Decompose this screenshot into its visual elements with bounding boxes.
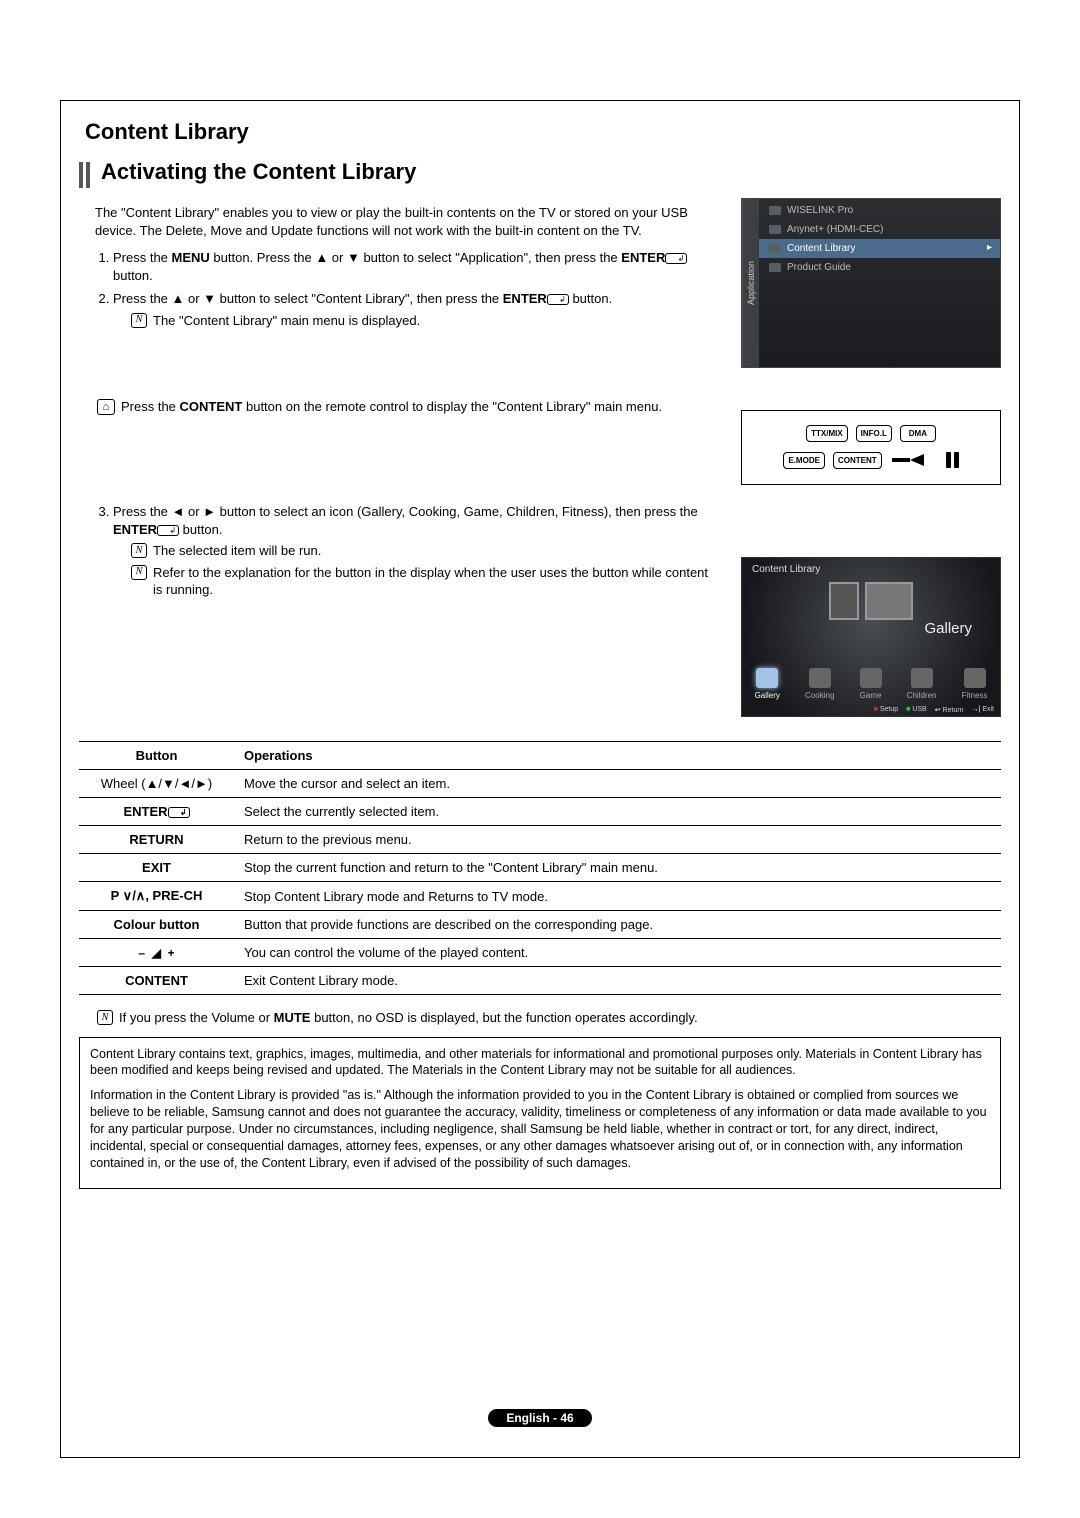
note-icon: N xyxy=(131,313,147,328)
section-title: Content Library xyxy=(79,119,1001,145)
enter-icon: ↲ xyxy=(168,807,190,818)
table-row: EXITStop the current function and return… xyxy=(79,854,1001,882)
osd-item-wiselink: WISELINK Pro xyxy=(759,201,1000,220)
step-2: Press the ▲ or ▼ button to select "Conte… xyxy=(113,290,721,329)
note-icon: N xyxy=(131,543,147,558)
step-1: Press the MENU button. Press the ▲ or ▼ … xyxy=(113,249,721,284)
disclaimer-p2: Information in the Content Library is pr… xyxy=(90,1087,990,1171)
side-bars-icon xyxy=(79,159,93,188)
step-3-note-2: N Refer to the explanation for the butto… xyxy=(131,564,721,599)
remote-icon: ⌂ xyxy=(97,399,115,415)
bottom-note: N If you press the Volume or MUTE button… xyxy=(97,1009,1001,1027)
osd-item-anynet: Anynet+ (HDMI-CEC) xyxy=(759,220,1000,239)
table-row: P ∨/∧, PRE-CHStop Content Library mode a… xyxy=(79,882,1001,911)
button-cell: Wheel (▲/▼/◄/►) xyxy=(79,770,234,798)
gallery-icon-gallery: Gallery xyxy=(755,668,780,700)
gallery-icon-row: Gallery Cooking Game Children Fitness xyxy=(742,668,1000,700)
gallery-title: Content Library xyxy=(752,564,820,575)
note-icon: N xyxy=(97,1010,113,1025)
steps-list: Press the MENU button. Press the ▲ or ▼ … xyxy=(113,249,721,329)
osd-application-menu: Application WISELINK Pro Anynet+ (HDMI-C… xyxy=(741,198,1001,368)
enter-icon: ↲ xyxy=(157,525,179,536)
table-row: – ◢ +You can control the volume of the p… xyxy=(79,939,1001,967)
rc-btn-content: CONTENT xyxy=(833,452,882,469)
step-2-note: N The "Content Library" main menu is dis… xyxy=(131,312,721,330)
gallery-center-thumbs xyxy=(829,582,913,620)
intro-text: The "Content Library" enables you to vie… xyxy=(95,204,721,239)
operation-cell: You can control the volume of the played… xyxy=(234,939,1001,967)
button-cell: EXIT xyxy=(79,854,234,882)
operation-cell: Stop Content Library mode and Returns to… xyxy=(234,882,1001,911)
arrow-icon xyxy=(890,450,938,470)
pause-bars-icon xyxy=(946,452,959,468)
rc-btn-info: INFO.L xyxy=(856,425,892,442)
th-button: Button xyxy=(79,742,234,770)
operation-cell: Exit Content Library mode. xyxy=(234,967,1001,995)
osd-tab-label: Application xyxy=(742,199,759,367)
subsection-header: Activating the Content Library xyxy=(79,159,1001,188)
table-row: CONTENTExit Content Library mode. xyxy=(79,967,1001,995)
note-icon: N xyxy=(131,565,147,580)
disclaimer-box: Content Library contains text, graphics,… xyxy=(79,1037,1001,1189)
step-3: Press the ◄ or ► button to select an ico… xyxy=(113,503,721,599)
rc-btn-ttxmix: TTX/MIX xyxy=(806,425,848,442)
page-border: Content Library Activating the Content L… xyxy=(60,100,1020,1458)
button-cell: P ∨/∧, PRE-CH xyxy=(79,882,234,911)
th-operations: Operations xyxy=(234,742,1001,770)
gallery-icon-fitness: Fitness xyxy=(962,668,988,700)
operations-table: Button Operations Wheel (▲/▼/◄/►)Move th… xyxy=(79,741,1001,995)
rc-btn-emode: E.MODE xyxy=(783,452,825,469)
footer-pill: English - 46 xyxy=(488,1409,591,1427)
table-row: ENTER↲Select the currently selected item… xyxy=(79,798,1001,826)
subsection-title: Activating the Content Library xyxy=(101,159,416,188)
button-cell: ENTER↲ xyxy=(79,798,234,826)
table-row: Wheel (▲/▼/◄/►)Move the cursor and selec… xyxy=(79,770,1001,798)
operation-cell: Move the cursor and select an item. xyxy=(234,770,1001,798)
operation-cell: Button that provide functions are descri… xyxy=(234,911,1001,939)
button-cell: – ◢ + xyxy=(79,939,234,967)
operation-cell: Select the currently selected item. xyxy=(234,798,1001,826)
enter-icon: ↲ xyxy=(547,294,569,305)
table-row: RETURNReturn to the previous menu. xyxy=(79,826,1001,854)
gallery-preview: Content Library Gallery Gallery Cooking … xyxy=(741,557,1001,717)
table-row: Colour buttonButton that provide functio… xyxy=(79,911,1001,939)
enter-icon: ↲ xyxy=(665,253,687,264)
top-block: The "Content Library" enables you to vie… xyxy=(79,198,1001,368)
step3-block: Press the ◄ or ► button to select an ico… xyxy=(79,503,1001,717)
operation-cell: Stop the current function and return to … xyxy=(234,854,1001,882)
rc-btn-dma: DMA xyxy=(900,425,936,442)
remote-block: ⌂ Press the CONTENT button on the remote… xyxy=(79,394,1001,485)
step-3-note-1: N The selected item will be run. xyxy=(131,542,721,560)
remote-note: ⌂ Press the CONTENT button on the remote… xyxy=(97,398,721,416)
gallery-icon-children: Children xyxy=(907,668,937,700)
gallery-selected-label: Gallery xyxy=(924,620,972,637)
osd-item-content-library: Content Library xyxy=(759,239,1000,258)
gallery-icon-game: Game xyxy=(860,668,882,700)
page-footer: English - 46 xyxy=(79,1409,1001,1427)
remote-buttons-diagram: TTX/MIX INFO.L DMA E.MODE CONTENT xyxy=(741,410,1001,485)
button-cell: Colour button xyxy=(79,911,234,939)
gallery-footer: Setup USB Return Exit xyxy=(874,706,994,714)
operation-cell: Return to the previous menu. xyxy=(234,826,1001,854)
steps-list-3: Press the ◄ or ► button to select an ico… xyxy=(113,503,721,599)
button-cell: CONTENT xyxy=(79,967,234,995)
gallery-icon-cooking: Cooking xyxy=(805,668,834,700)
disclaimer-p1: Content Library contains text, graphics,… xyxy=(90,1046,990,1080)
osd-list: WISELINK Pro Anynet+ (HDMI-CEC) Content … xyxy=(759,199,1000,367)
button-cell: RETURN xyxy=(79,826,234,854)
osd-item-product-guide: Product Guide xyxy=(759,258,1000,277)
